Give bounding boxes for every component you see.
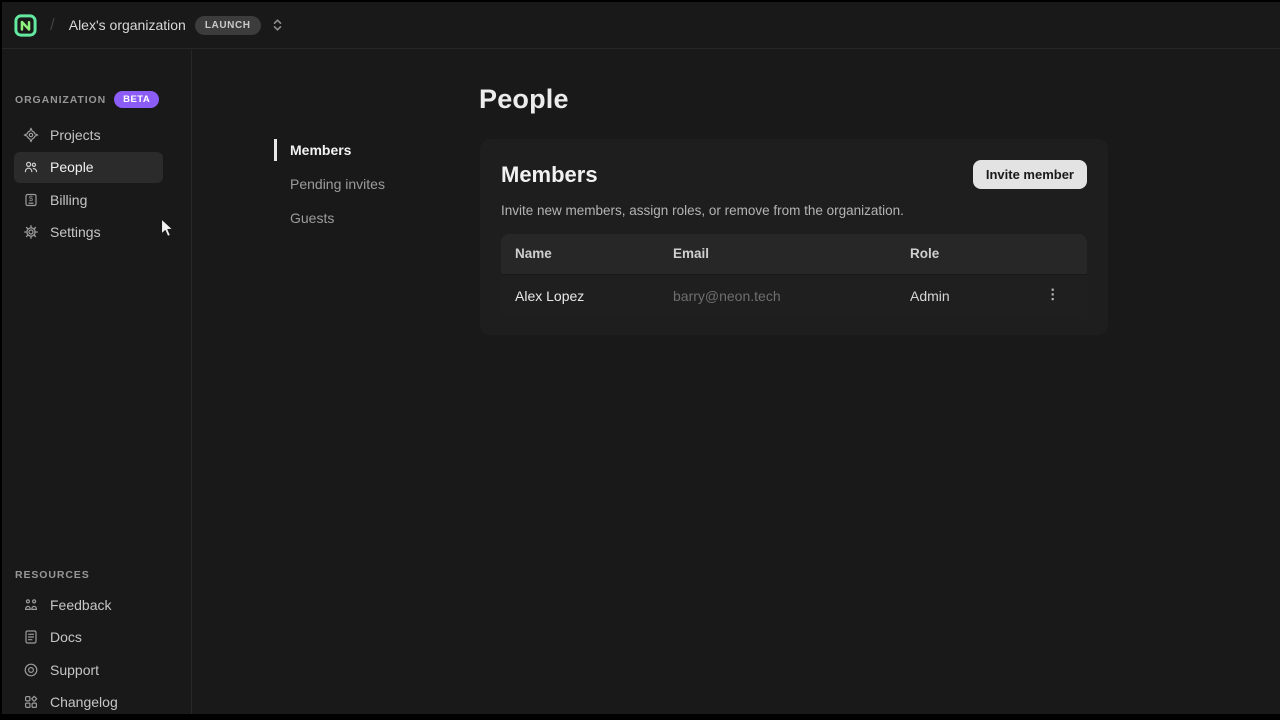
gear-icon — [23, 224, 39, 240]
feedback-icon — [23, 597, 39, 613]
tab-label: Members — [290, 142, 351, 158]
sidebar-item-docs[interactable]: Docs — [14, 622, 163, 653]
resources-label: RESOURCES — [15, 569, 90, 581]
sidebar-item-label: Support — [50, 662, 99, 678]
support-icon — [23, 662, 39, 678]
column-header-role: Role — [910, 234, 1040, 274]
neon-logo-icon — [14, 14, 37, 37]
sidebar-item-support[interactable]: Support — [14, 654, 163, 685]
breadcrumb-slash: / — [50, 15, 55, 35]
billing-icon: $ — [23, 192, 39, 208]
organization-nav: Projects People $ — [14, 119, 163, 249]
org-switcher[interactable]: Alex's organization LAUNCH — [69, 16, 284, 35]
members-card-description: Invite new members, assign roles, or rem… — [501, 203, 904, 218]
plan-badge: LAUNCH — [195, 16, 261, 35]
member-name: Alex Lopez — [501, 274, 673, 317]
organization-section-header: ORGANIZATION BETA — [15, 91, 159, 108]
app-window: / Alex's organization LAUNCH ORGANIZATIO… — [2, 2, 1280, 714]
tab-label: Guests — [290, 210, 334, 226]
table-header-row: Name Email Role — [501, 234, 1087, 274]
active-tab-indicator — [274, 139, 277, 161]
members-card: Members Invite member Invite new members… — [480, 139, 1108, 335]
sidebar-item-projects[interactable]: Projects — [14, 119, 163, 150]
projects-icon — [23, 127, 39, 143]
members-card-title: Members — [501, 162, 598, 188]
invite-member-button[interactable]: Invite member — [973, 160, 1087, 189]
sidebar-item-label: Docs — [50, 629, 82, 645]
sidebar-item-label: People — [50, 159, 94, 175]
member-email: barry@neon.tech — [673, 274, 910, 317]
column-header-email: Email — [673, 234, 910, 274]
table-row: Alex Lopez barry@neon.tech Admin — [501, 274, 1087, 317]
tab-members[interactable]: Members — [274, 139, 434, 161]
svg-text:$: $ — [29, 194, 34, 203]
org-name: Alex's organization — [69, 17, 186, 33]
organization-label: ORGANIZATION — [15, 94, 106, 106]
resources-nav: Feedback Docs Support — [14, 589, 163, 719]
page-title: People — [479, 84, 569, 115]
row-actions-button[interactable] — [1040, 283, 1065, 309]
sidebar-item-label: Feedback — [50, 597, 111, 613]
beta-badge: BETA — [114, 91, 159, 108]
tab-label: Pending invites — [290, 176, 385, 192]
sidebar-item-changelog[interactable]: Changelog — [14, 687, 163, 718]
column-header-actions — [1040, 234, 1087, 274]
tab-pending-invites[interactable]: Pending invites — [274, 173, 434, 195]
docs-icon — [23, 629, 39, 645]
sidebar-item-label: Projects — [50, 127, 101, 143]
sidebar-item-billing[interactable]: $ Billing — [14, 184, 163, 215]
top-bar: / Alex's organization LAUNCH — [2, 2, 1280, 49]
sidebar: ORGANIZATION BETA Projects — [2, 50, 192, 714]
kebab-icon — [1046, 287, 1059, 302]
sidebar-item-feedback[interactable]: Feedback — [14, 589, 163, 620]
sidebar-item-label: Settings — [50, 224, 101, 240]
changelog-icon — [23, 694, 39, 710]
sidebar-item-settings[interactable]: Settings — [14, 217, 163, 248]
member-role: Admin — [910, 274, 1040, 317]
chevron-updown-icon — [271, 18, 284, 32]
members-table: Name Email Role Alex Lopez barry@neon.te… — [501, 234, 1087, 317]
sidebar-item-label: Changelog — [50, 694, 118, 710]
tab-guests[interactable]: Guests — [274, 207, 434, 229]
neon-logo[interactable] — [14, 13, 38, 37]
people-icon — [23, 159, 39, 175]
sidebar-item-label: Billing — [50, 192, 87, 208]
sidebar-item-people[interactable]: People — [14, 152, 163, 183]
people-subnav: Members Pending invites Guests — [274, 139, 434, 241]
resources-section-header: RESOURCES — [15, 569, 90, 581]
column-header-name: Name — [501, 234, 673, 274]
